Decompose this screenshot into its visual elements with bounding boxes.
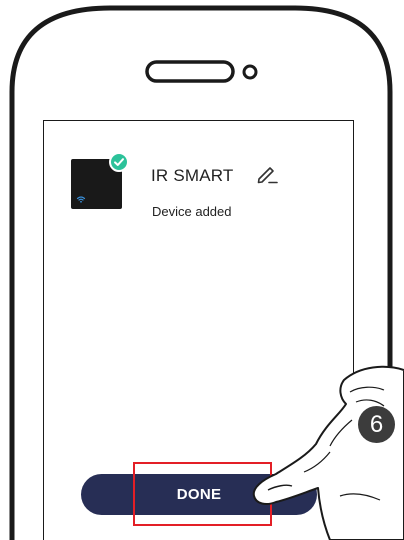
device-name: IR SMART xyxy=(151,166,234,185)
step-number-badge: 6 xyxy=(358,406,395,443)
wifi-icon xyxy=(76,196,86,203)
pencil-icon[interactable] xyxy=(255,162,279,186)
highlight-box xyxy=(133,462,272,526)
camera-dot xyxy=(242,64,258,80)
speaker-slot xyxy=(145,60,235,83)
device-status: Device added xyxy=(152,204,232,219)
check-icon xyxy=(109,152,129,172)
